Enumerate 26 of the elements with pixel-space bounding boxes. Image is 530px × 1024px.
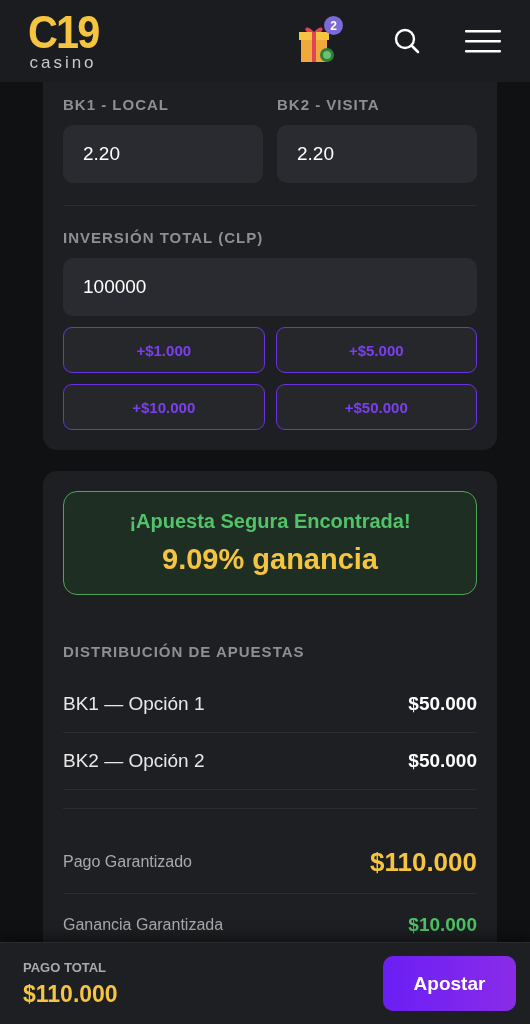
notification-badge: 2 [324, 16, 343, 35]
odds-field[interactable]: 2.20 [63, 125, 263, 183]
banner-title: ¡Apuesta Segura Encontrada! [129, 510, 411, 533]
investment-field[interactable]: 100000 [63, 258, 477, 316]
summary-value: $10.000 [408, 914, 477, 936]
odds-field[interactable]: 2.20 [277, 125, 477, 183]
bet-label: BK1 — Opción 1 [63, 693, 205, 715]
summary-label: Pago Garantizado [63, 853, 192, 871]
bet-button[interactable]: Apostar [383, 956, 516, 1011]
field-label: BK1 - LOCAL [63, 96, 170, 113]
summary-value: $110.000 [370, 846, 477, 878]
total-label: PAGO TOTAL [23, 959, 108, 975]
bet-amount: $50.000 [408, 750, 477, 772]
section-title: DISTRIBUCIÓN DE APUESTAS [63, 643, 306, 660]
search-icon[interactable] [393, 27, 421, 55]
logo-subtitle: casino [29, 54, 97, 72]
logo-text[interactable]: C19 [27, 10, 99, 54]
total-amount: $110.000 [23, 980, 118, 1008]
bet-amount: $50.000 [408, 693, 477, 715]
bet-label: BK2 — Opción 2 [63, 750, 205, 772]
profit-percentage: 9.09% ganancia [162, 543, 378, 576]
gift-button[interactable]: 2 [297, 18, 343, 64]
field-label: BK2 - VISITA [277, 96, 381, 113]
menu-icon[interactable] [465, 29, 501, 53]
field-label: INVERSIÓN TOTAL (CLP) [63, 229, 265, 246]
summary-label: Ganancia Garantizada [63, 916, 224, 934]
